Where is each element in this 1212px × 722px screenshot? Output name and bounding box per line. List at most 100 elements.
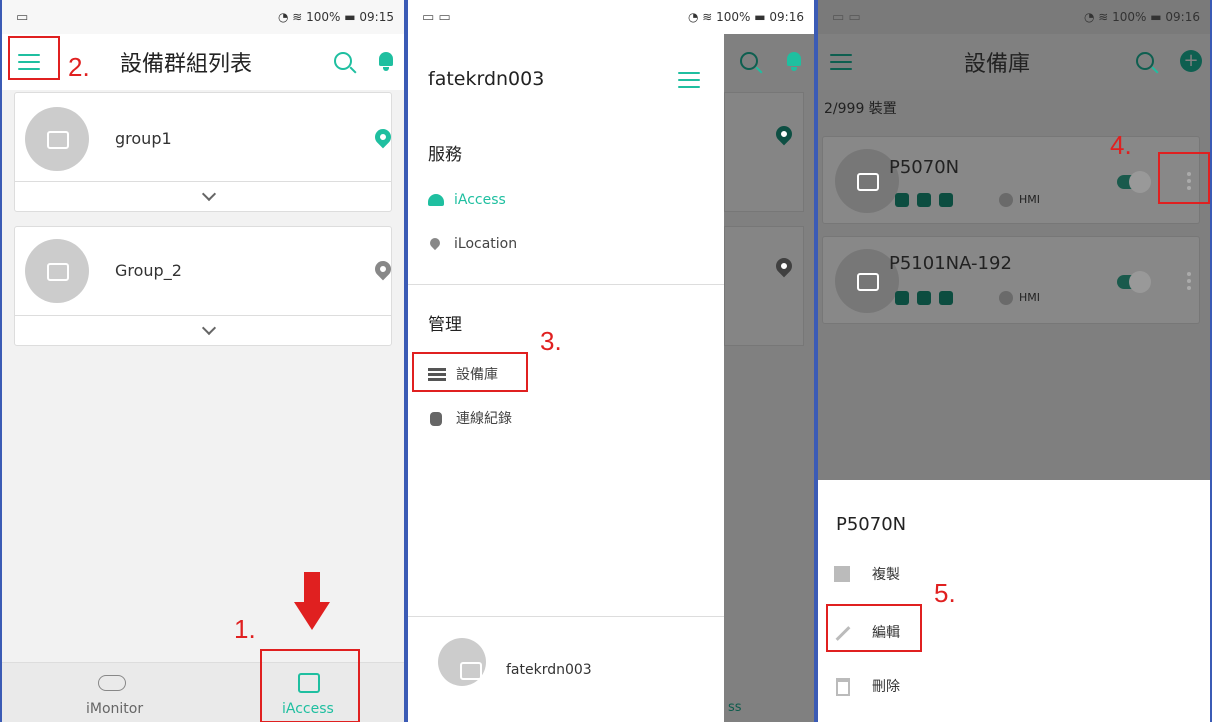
notification-icon: ▭ ▭ <box>422 10 451 25</box>
drawer-username: fatekrdn003 <box>428 68 545 90</box>
database-icon <box>895 193 909 207</box>
dimmed-appbar <box>724 34 814 90</box>
more-options-icon[interactable] <box>1187 279 1191 283</box>
monitor-icon <box>939 193 953 207</box>
nav-label-imonitor: iMonitor <box>86 701 144 717</box>
clock: 09:16 <box>1165 10 1200 24</box>
status-bar: ▭ ▭ ◔ ≋ 100% ▬ 09:16 <box>408 0 814 34</box>
device-name: P5070N <box>889 157 960 178</box>
bell-icon <box>786 52 802 71</box>
wifi-icon: ◔ ≋ <box>277 10 307 24</box>
footer-username: fatekrdn003 <box>506 662 592 678</box>
clock: 09:15 <box>359 10 394 24</box>
device-toggle[interactable] <box>1117 171 1151 193</box>
step-label-3: 3. <box>540 326 562 356</box>
app-bar: 2. 設備群組列表 <box>2 34 404 90</box>
highlight-box-more-options <box>1158 152 1210 204</box>
trash-icon <box>836 678 850 696</box>
dimmed-card <box>724 226 804 346</box>
battery-percent: 100% <box>1112 10 1147 24</box>
sheet-item-copy[interactable]: 複製 <box>832 560 1132 594</box>
sheet-title: P5070N <box>836 514 907 535</box>
section-heading-service: 服務 <box>428 145 462 165</box>
group-card[interactable]: Group_2 <box>14 226 395 346</box>
cloud-icon <box>917 193 931 207</box>
card-divider <box>15 181 391 182</box>
monitor-icon <box>939 291 953 305</box>
battery-icon: ▬ <box>754 10 766 24</box>
nav-drawer: fatekrdn003 服務 iAccess iLocation 管理 3. 設… <box>408 34 724 722</box>
menu-icon[interactable] <box>830 54 852 70</box>
cloud-icon <box>917 291 931 305</box>
highlight-box-device-library <box>412 352 528 392</box>
database-icon <box>895 291 909 305</box>
drawer-item-label: iLocation <box>454 236 518 252</box>
status-right: ◔ ≋ 100% ▬ 09:16 <box>1084 10 1200 24</box>
device-tag: HMI <box>1019 193 1041 206</box>
drawer-item-connection-log[interactable]: 連線紀錄 <box>428 408 512 428</box>
drawer-divider <box>408 616 724 617</box>
sheet-item-label: 刪除 <box>872 679 900 695</box>
battery-percent: 100% <box>306 10 341 24</box>
status-right: ◔ ≋ 100% ▬ 09:16 <box>688 10 804 24</box>
location-pin-icon <box>427 235 443 251</box>
menu-icon[interactable] <box>678 72 700 88</box>
device-tag: HMI <box>1019 291 1041 304</box>
add-circle-icon[interactable]: + <box>1180 50 1202 72</box>
drawer-item-ilocation[interactable]: iLocation <box>427 235 518 252</box>
location-pin-icon[interactable] <box>371 257 395 281</box>
hmi-icon <box>999 291 1013 305</box>
drawer-item-label: 連線紀錄 <box>456 411 512 427</box>
chevron-down-icon[interactable] <box>201 186 217 202</box>
highlight-box-menu <box>8 36 60 80</box>
wifi-icon: ◔ ≋ <box>1083 10 1113 24</box>
wifi-icon: ◔ ≋ <box>687 10 717 24</box>
location-pin-icon[interactable] <box>371 125 395 149</box>
step-label-4: 4. <box>1110 130 1132 160</box>
status-bar: ▭ ◔ ≋ 100% ▬ 09:15 <box>2 0 404 34</box>
section-heading-manage: 管理 <box>428 315 462 335</box>
copy-icon <box>834 566 850 582</box>
device-name: P5101NA-192 <box>889 253 1012 274</box>
bottom-nav: iMonitor iAccess <box>2 649 404 722</box>
search-icon[interactable] <box>334 52 352 70</box>
device-card[interactable]: P5070N HMI <box>822 136 1200 224</box>
battery-percent: 100% <box>716 10 751 24</box>
dimmed-nav-text: ss <box>728 700 742 715</box>
step-label-2: 2. <box>68 52 90 82</box>
search-icon[interactable] <box>1136 52 1154 70</box>
battery-icon: ▬ <box>1150 10 1162 24</box>
battery-icon: ▬ <box>344 10 356 24</box>
device-library-screen: ▭ ▭ ◔ ≋ 100% ▬ 09:16 設備庫 + 2/999 裝置 P507… <box>816 0 1212 722</box>
step-label-5: 5. <box>934 578 956 608</box>
bell-icon[interactable] <box>378 52 394 71</box>
status-right: ◔ ≋ 100% ▬ 09:15 <box>278 10 394 24</box>
page-title: 設備庫 <box>964 52 1031 77</box>
status-bar: ▭ ▭ ◔ ≋ 100% ▬ 09:16 <box>818 0 1210 34</box>
step-label-1: 1. <box>234 614 256 644</box>
card-divider <box>15 315 391 316</box>
device-count: 2/999 裝置 <box>824 101 897 117</box>
group-avatar-icon <box>25 239 89 303</box>
group-name: Group_2 <box>115 261 182 280</box>
notification-icon: ▭ <box>16 10 29 25</box>
search-icon <box>740 52 758 70</box>
nav-imonitor[interactable]: iMonitor <box>62 663 172 722</box>
drawer-item-iaccess[interactable]: iAccess <box>428 192 506 208</box>
bottom-sheet: P5070N 複製 5. 編輯 刪除 <box>818 480 1210 722</box>
app-bar: 設備庫 + <box>818 34 1210 90</box>
iaccess-icon <box>428 194 444 206</box>
cloud-icon <box>98 675 126 691</box>
drawer-item-label: iAccess <box>454 192 506 208</box>
device-toggle[interactable] <box>1117 271 1151 293</box>
highlight-box-iaccess <box>260 649 360 722</box>
page-title: 設備群組列表 <box>120 52 253 77</box>
user-avatar-icon <box>438 638 486 686</box>
chevron-down-icon[interactable] <box>201 320 217 336</box>
group-name: group1 <box>115 129 172 148</box>
drawer-divider <box>408 284 724 285</box>
group-card[interactable]: group1 <box>14 92 395 212</box>
drawer-footer[interactable]: fatekrdn003 <box>438 638 698 698</box>
sheet-item-delete[interactable]: 刪除 <box>832 672 1132 706</box>
device-card[interactable]: P5101NA-192 HMI <box>822 236 1200 324</box>
